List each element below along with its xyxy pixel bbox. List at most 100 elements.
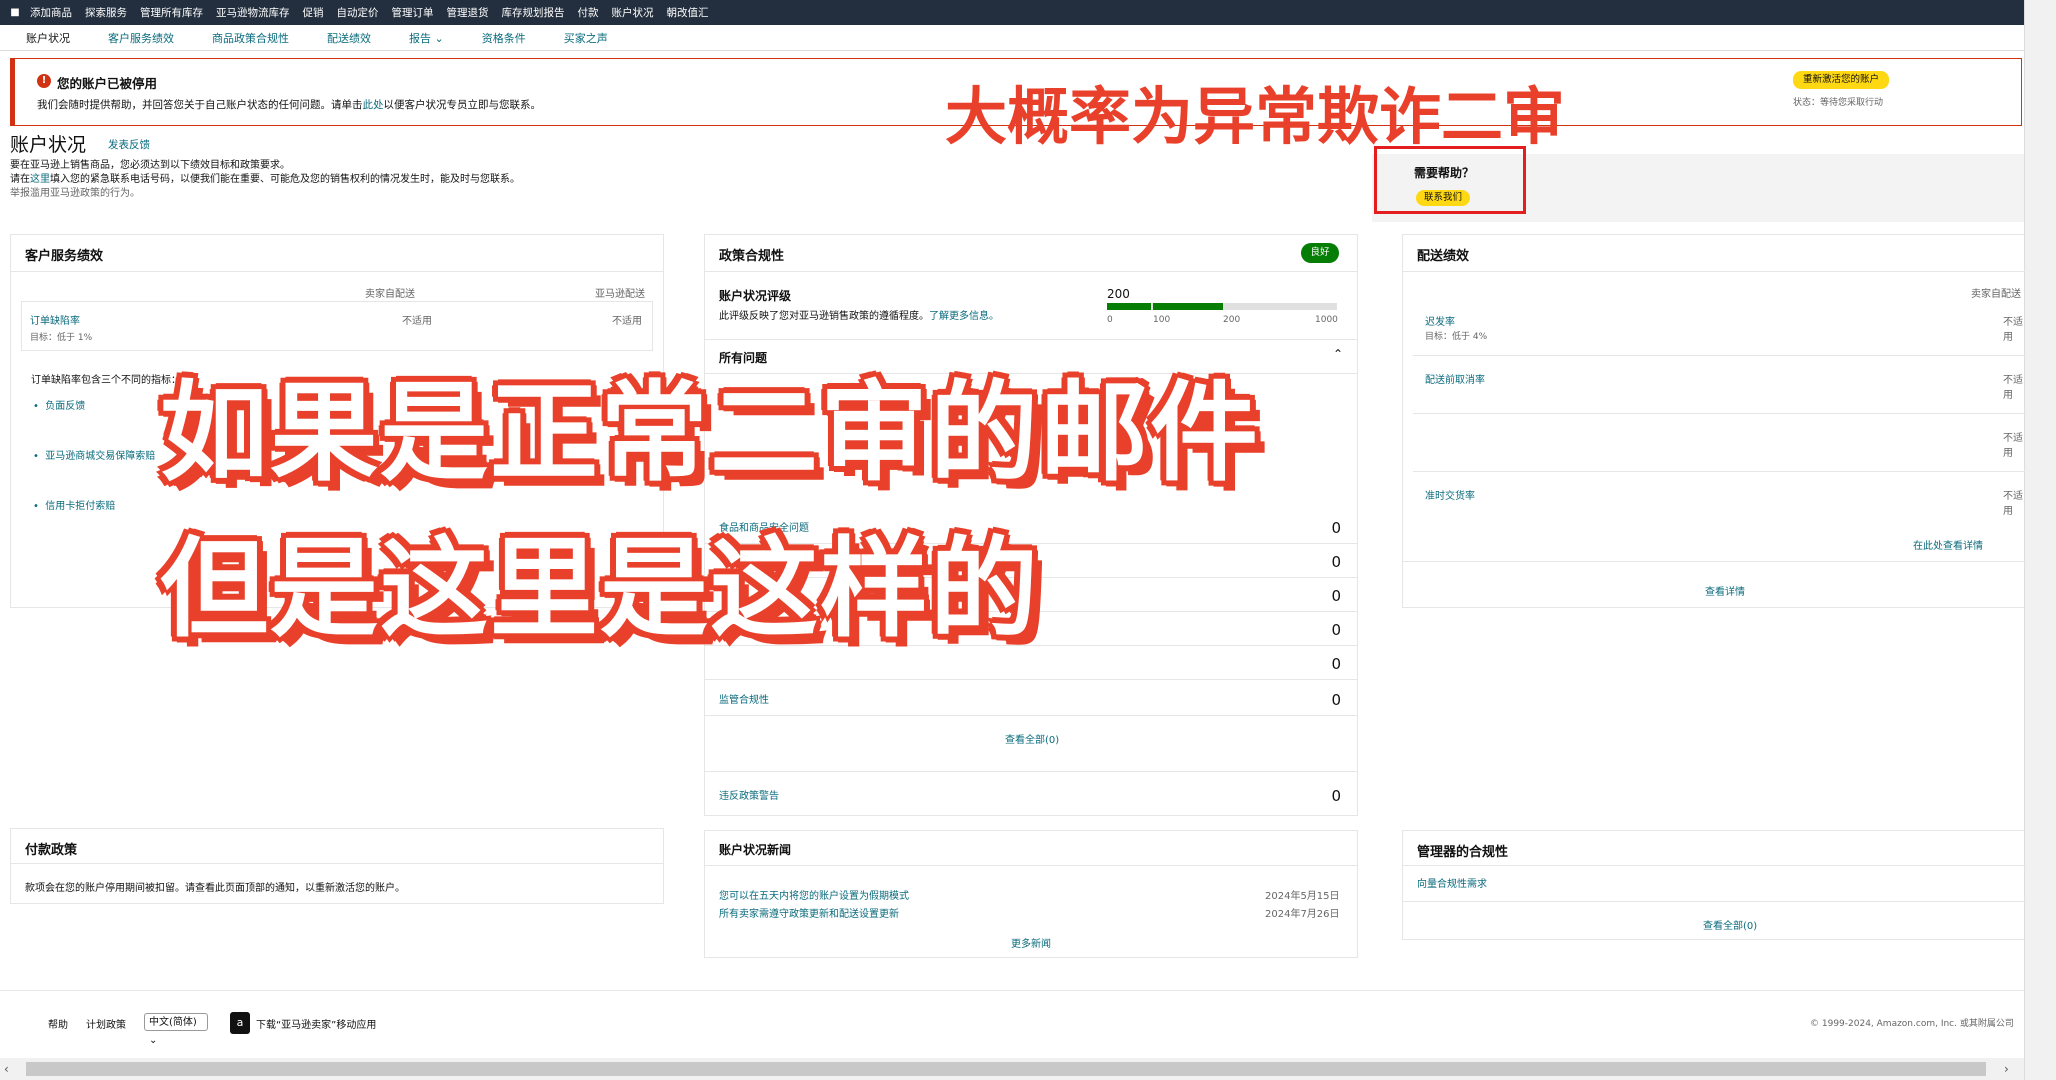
payment-panel-text: 款项会在您的账户停用期间被扣留。请查看此页面顶部的通知，以重新激活您的账户。	[25, 883, 405, 894]
error-icon: !	[37, 74, 51, 88]
tab-reports[interactable]: 报告 ⌄	[409, 30, 444, 46]
footer-policy-link[interactable]: 计划政策	[86, 1016, 126, 1031]
bullet-negative-feedback[interactable]: • 负面反馈	[33, 397, 85, 412]
chevron-down-icon: ⌄	[434, 32, 444, 45]
policy-warnings-link[interactable]: 违反政策警告	[719, 787, 779, 802]
ahr-scale-0: 0	[1107, 315, 1113, 325]
odr-row: 订单缺陷率 目标：低于 1% 不适用 不适用	[21, 301, 653, 351]
cs-panel-title: 客户服务绩效	[25, 249, 104, 264]
policy-compliance-panel: 政策合规性 良好 账户状况评级 此评级反映了您对亚马逊销售政策的遵循程度。了解更…	[704, 234, 1358, 816]
issue-row-label[interactable]: 监管合规性	[719, 691, 769, 706]
odr-target: 目标：低于 1%	[30, 333, 93, 343]
issue-row-value: 0	[1331, 691, 1341, 709]
bullet-chargeback[interactable]: • 信用卡拒付索赔	[33, 497, 115, 512]
shipping-details-link[interactable]: 在此处查看详情	[1913, 537, 1983, 552]
nav-item[interactable]: 探索服务	[85, 5, 127, 20]
alert-body-suffix: 以便客户状况专员立即与您联系。	[383, 99, 542, 111]
alert-body-link[interactable]: 此处	[363, 99, 384, 111]
more-news-link[interactable]: 更多新闻	[1011, 935, 1051, 950]
nav-item[interactable]: 账户状况	[612, 5, 654, 20]
nav-item[interactable]: 自动定价	[337, 5, 379, 20]
account-news-panel: 账户状况新闻 您可以在五天内将您的账户设置为假期模式 2024年5月15日 所有…	[704, 830, 1358, 958]
regulatory-compliance-panel: 管理器的合规性 向量合规性需求 查看全部(0)	[1402, 830, 2025, 940]
news-item-date: 2024年7月26日	[1265, 909, 1340, 920]
payment-panel-title: 付款政策	[25, 843, 78, 858]
top-nav: ■ 添加商品 探索服务 管理所有库存 亚马逊物流库存 促销 自动定价 管理订单 …	[0, 0, 2024, 25]
bullet-label: 亚马逊商城交易保障索赔	[45, 451, 156, 462]
odr-note: 订单缺陷率包含三个不同的指标：	[31, 375, 181, 386]
tab-customer-service[interactable]: 客户服务绩效	[108, 30, 174, 46]
shipping-panel-title: 配送绩效	[1417, 249, 1470, 264]
issue-row-value: 0	[1331, 553, 1341, 571]
issues-title: 所有问题	[719, 351, 768, 365]
nav-item[interactable]: 付款	[578, 5, 599, 20]
nav-item[interactable]: 促销	[303, 5, 324, 20]
late-shipment-link[interactable]: 迟发率	[1425, 313, 1455, 328]
bullet-label: 负面反馈	[45, 401, 86, 412]
scrollbar-thumb[interactable]	[26, 1062, 1986, 1076]
status-badge: 良好	[1301, 243, 1339, 263]
regulatory-panel-title: 管理器的合规性	[1417, 845, 1509, 860]
ahr-learn-more-link[interactable]: 了解更多信息。	[929, 311, 999, 322]
late-shipment-value: 不适用	[2003, 317, 2023, 343]
divider	[705, 271, 1357, 272]
odr-metric-link[interactable]: 订单缺陷率	[30, 312, 80, 327]
contact-us-button[interactable]: 联系我们	[1416, 190, 1470, 206]
divider	[1403, 561, 2025, 562]
view-all-issues-link[interactable]: 查看全部(0)	[1005, 731, 1059, 746]
vertical-scrollbar[interactable]	[2024, 0, 2056, 1080]
nav-item[interactable]: 管理退货	[447, 5, 489, 20]
news-item-link[interactable]: 所有卖家需遵守政策更新和配送设置更新	[719, 905, 899, 920]
on-time-delivery-link[interactable]: 准时交货率	[1425, 487, 1475, 502]
divider	[705, 771, 1357, 772]
issue-row-value: 0	[1331, 519, 1341, 537]
news-panel-title: 账户状况新闻	[719, 843, 792, 857]
tab-product-policy[interactable]: 商品政策合规性	[212, 30, 289, 46]
regulatory-link[interactable]: 向量合规性需求	[1417, 875, 1487, 890]
tab-eligibility[interactable]: 资格条件	[482, 30, 526, 46]
ahr-bar-seg	[1153, 303, 1223, 310]
ahr-desc-text: 此评级反映了您对亚马逊销售政策的遵循程度。	[719, 311, 929, 322]
nav-item[interactable]: 管理订单	[392, 5, 434, 20]
divider	[1403, 865, 2025, 866]
news-item-link[interactable]: 您可以在五天内将您的账户设置为假期模式	[719, 887, 909, 902]
account-desc-2: 请在这里填入您的紧急联系电话号码，以便我们能在重要、可能危及您的销售权利的情况发…	[10, 170, 520, 185]
issue-row-value: 0	[1331, 655, 1341, 673]
nav-item[interactable]: 添加商品	[30, 5, 72, 20]
bullet-a-to-z[interactable]: • 亚马逊商城交易保障索赔	[33, 447, 155, 462]
scroll-right-icon[interactable]: ›	[2004, 1062, 2009, 1076]
horizontal-scrollbar[interactable]: ‹ ›	[0, 1058, 2024, 1080]
tab-account-health[interactable]: 账户状况	[26, 30, 70, 46]
tab-reports-label: 报告	[409, 32, 431, 45]
divider	[1403, 271, 2025, 272]
nav-item[interactable]: 亚马逊物流库存	[216, 5, 290, 20]
download-app-link[interactable]: 下载“亚马逊卖家”移动应用	[256, 1016, 376, 1031]
tab-voice-of-customer[interactable]: 买家之声	[564, 30, 608, 46]
nav-item[interactable]: 朝改值汇	[667, 5, 709, 20]
language-select-value: 中文(简体)	[149, 1017, 197, 1028]
feedback-link[interactable]: 发表反馈	[108, 137, 150, 152]
ahr-scale-1000: 1000	[1315, 315, 1338, 325]
divider	[705, 865, 1357, 866]
report-abuse-link[interactable]: 举报滥用亚马逊政策的行为。	[10, 184, 140, 199]
menu-icon[interactable]: ■	[0, 7, 30, 18]
footer-help-link[interactable]: 帮助	[48, 1016, 68, 1031]
nav-item[interactable]: 库存规划报告	[502, 5, 565, 20]
account-desc-1: 要在亚马逊上销售商品，您必须达到以下绩效目标和政策要求。	[10, 160, 290, 171]
ahr-title: 账户状况评级	[719, 289, 792, 303]
scroll-left-icon[interactable]: ‹	[4, 1062, 9, 1076]
reactivate-account-button[interactable]: 重新激活您的账户	[1793, 71, 1889, 89]
nav-item[interactable]: 管理所有库存	[140, 5, 203, 20]
chevron-up-icon[interactable]: ⌃	[1333, 347, 1343, 361]
issue-row-value: 0	[1331, 587, 1341, 605]
late-shipment-target: 目标：低于 4%	[1425, 332, 1488, 342]
tab-shipping[interactable]: 配送绩效	[327, 30, 371, 46]
odr-fba-value: 不适用	[612, 316, 642, 327]
view-shipping-details-link[interactable]: 查看详情	[1705, 583, 1745, 598]
payment-policy-panel: 付款政策 款项会在您的账户停用期间被扣留。请查看此页面顶部的通知，以重新激活您的…	[10, 828, 664, 904]
divider	[705, 715, 1357, 716]
language-select[interactable]: 中文(简体) ⌄	[144, 1013, 208, 1046]
odr-merchant-value: 不适用	[402, 316, 432, 327]
cancel-rate-link[interactable]: 配送前取消率	[1425, 371, 1485, 386]
view-all-regulatory-link[interactable]: 查看全部(0)	[1703, 917, 1757, 932]
